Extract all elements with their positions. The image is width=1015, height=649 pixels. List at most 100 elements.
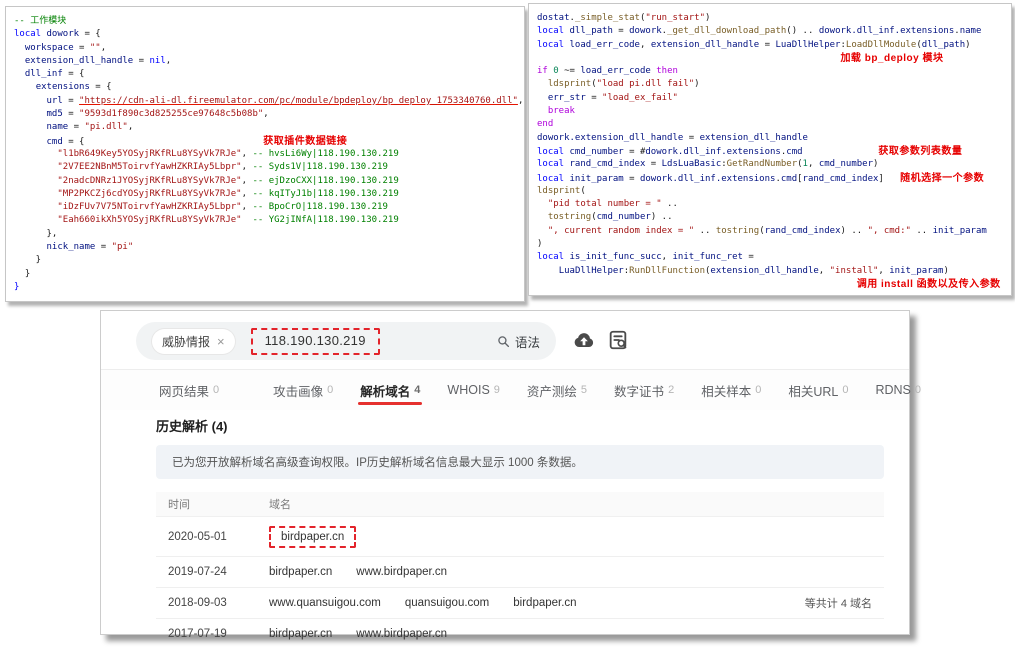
code-line: -- 工作模块 [14, 15, 524, 28]
tab-网页结果[interactable]: 网页结果0 [159, 370, 219, 410]
table-header: 时间 域名 [156, 492, 884, 517]
threat-intel-panel: 威胁情报 × 118.190.130.219 语法 [100, 310, 910, 635]
active-tab-underline [358, 402, 422, 405]
code-line: local rand_cmd_index = LdsLuaBasic:GetRa… [537, 158, 1011, 171]
tab-相关URL[interactable]: 相关URL 0 [788, 370, 848, 410]
tab-资产测绘[interactable]: 资产测绘5 [527, 370, 587, 410]
table-row: 2019-07-24birdpaper.cn www.birdpaper.cn [156, 557, 884, 588]
history-resolution-section: 历史解析 (4) 已为您开放解析域名高级查询权限。IP历史解析域名信息最大显示 … [156, 410, 884, 649]
search-query[interactable]: 118.190.130.219 [265, 333, 366, 348]
code-line: ", current random index = " .. tostring(… [537, 225, 1011, 238]
code-line: "iDzFUv7V75NToirvfYawHZKRIAy5Lbpr", -- B… [14, 201, 524, 214]
code-line: md5 = "9593d1f890c3d825255ce97648c5b08b"… [14, 108, 524, 121]
table-row: 2017-07-19birdpaper.cnwww.birdpaper.cn [156, 619, 884, 649]
code-line: }, [14, 228, 524, 241]
code-line: cmd = { 获取插件数据链接 [14, 135, 524, 148]
code-line: } [14, 268, 524, 281]
section-title: 历史解析 (4) [156, 416, 884, 435]
tab-数字证书[interactable]: 数字证书2 [614, 370, 674, 410]
code-line: err_str = "load_ex_fail" [537, 92, 1011, 105]
code-line: } [14, 281, 524, 294]
code-line: local dowork = { [14, 28, 524, 41]
code-line: url = "https://cdn-ali-dl.fireemulator.c… [14, 95, 524, 108]
domain-link[interactable]: www.birdpaper.cn [356, 628, 447, 640]
domain-list: birdpaper.cn www.birdpaper.cn [269, 566, 447, 578]
search-input[interactable]: 威胁情报 × 118.190.130.219 语法 [136, 322, 556, 360]
lua-loader-code-panel: dostat._simple_stat("run_start")local dl… [528, 3, 1012, 296]
tab-count-badge: 0 [842, 384, 848, 396]
domain-link[interactable]: www.birdpaper.cn [356, 566, 447, 578]
tab-解析域名[interactable]: 解析域名 4 [360, 370, 420, 410]
code-line: tostring(cmd_number) .. [537, 211, 1011, 224]
tab-WHOIS[interactable]: WHOIS9 [447, 370, 499, 410]
filter-tag-label: 威胁情报 [162, 333, 210, 350]
code-line: workspace = "", [14, 42, 524, 55]
code-annotation: 获取参数列表数量 [878, 146, 962, 157]
tab-count-badge: 0 [327, 384, 333, 396]
tab-label: 解析域名 [360, 381, 410, 400]
code-line: ) [537, 238, 1011, 251]
close-icon[interactable]: × [217, 335, 225, 348]
code-line: "l1bR649Key5YOSyjRKfRLu8YSyVk7RJe", -- h… [14, 148, 524, 161]
tab-label: 数字证书 [614, 381, 664, 400]
code-line: "2nadcDNRz1JYOSyjRKfRLu8YSyVk7RJe", -- e… [14, 175, 524, 188]
code-line: extensions = { [14, 81, 524, 94]
code-line: local is_init_func_succ, init_func_ret = [537, 251, 1011, 264]
filter-tag-threat-intel[interactable]: 威胁情报 × [152, 329, 235, 354]
code-line: } [14, 254, 524, 267]
code-line: name = "pi.dll", [14, 121, 524, 134]
tab-RDNS[interactable]: RDNS 0 [875, 370, 921, 410]
search-icon [497, 335, 510, 348]
resolution-date: 2020-05-01 [156, 531, 269, 543]
table-row: 2018-09-03www.quansuigou.com quansuigou.c… [156, 588, 884, 619]
tab-label: RDNS [875, 383, 910, 397]
code-annotation: 加载 bp_deploy 模块 [840, 53, 943, 64]
syntax-button[interactable]: 语法 [497, 332, 540, 351]
cloud-upload-icon[interactable] [573, 329, 595, 351]
domain-total-note: 等共计 4 域名 [805, 595, 884, 611]
tab-label: 相关样本 [701, 381, 751, 400]
tab-count-badge: 4 [414, 384, 420, 396]
document-search-icon[interactable] [607, 329, 629, 351]
tab-label: WHOIS [447, 383, 489, 397]
code-line: "MP2PKCZj6cdYOSyjRKfRLu8YSyVk7RJe", -- k… [14, 188, 524, 201]
column-header-time: 时间 [156, 496, 269, 512]
code-line: dostat._simple_stat("run_start") [537, 12, 1011, 25]
tab-label: 网页结果 [159, 381, 209, 400]
domain-link[interactable]: birdpaper.cn [281, 531, 344, 543]
code-line: local load_err_code, extension_dll_handl… [537, 39, 1011, 52]
resolution-date: 2019-07-24 [156, 566, 269, 578]
domain-link[interactable]: quansuigou.com [405, 597, 489, 609]
column-header-domain: 域名 [269, 496, 291, 512]
code-line: dowork.extension_dll_handle = extension_… [537, 132, 1011, 145]
tab-label: 相关URL [788, 381, 838, 400]
code-line: break [537, 105, 1011, 118]
tab-count-badge: 0 [755, 384, 761, 396]
domain-link[interactable]: www.quansuigou.com [269, 597, 381, 609]
code-line: ldsprint( [537, 185, 1011, 198]
code-line: dll_inf = { [14, 68, 524, 81]
code-line: 加载 bp_deploy 模块 [537, 52, 1011, 65]
code-annotation: 调用 install 函数以及传入参数 [857, 279, 1001, 290]
domain-list: www.quansuigou.com quansuigou.com birdpape… [269, 597, 577, 609]
tab-相关样本[interactable]: 相关样本 0 [701, 370, 761, 410]
code-line: "pid total number = " .. [537, 198, 1011, 211]
notice-banner: 已为您开放解析域名高级查询权限。IP历史解析域名信息最大显示 1000 条数据。 [156, 445, 884, 479]
code-annotation: 获取插件数据链接 [263, 136, 347, 147]
code-line: if 0 ~= load_err_code then [537, 65, 1011, 78]
code-annotation: 随机选择一个参数 [900, 173, 984, 184]
resolution-date: 2018-09-03 [156, 597, 269, 609]
code-line: end [537, 118, 1011, 131]
tab-攻击画像[interactable]: 攻击画像0 [273, 370, 333, 410]
tab-bar: 网页结果0攻击画像0解析域名4WHOIS9资产测绘5数字证书2相关样本0相关UR… [101, 370, 909, 410]
code-line: local dll_path = dowork._get_dll_downloa… [537, 25, 1011, 38]
domain-link[interactable]: birdpaper.cn [269, 628, 332, 640]
domain-link[interactable]: birdpaper.cn [269, 566, 332, 578]
code-line: nick_name = "pi" [14, 241, 524, 254]
resolution-table: 时间 域名 2020-05-01birdpaper.cn2019-07-24bi… [156, 492, 884, 649]
domain-list: birdpaper.cn [269, 526, 356, 548]
code-line: 调用 install 函数以及传入参数 [537, 278, 1011, 291]
domain-link[interactable]: birdpaper.cn [513, 597, 576, 609]
code-line: "2V7EE2NBnM5ToirvfYawHZKRIAy5Lbpr", -- S… [14, 161, 524, 174]
tab-count-badge: 0 [915, 384, 921, 396]
